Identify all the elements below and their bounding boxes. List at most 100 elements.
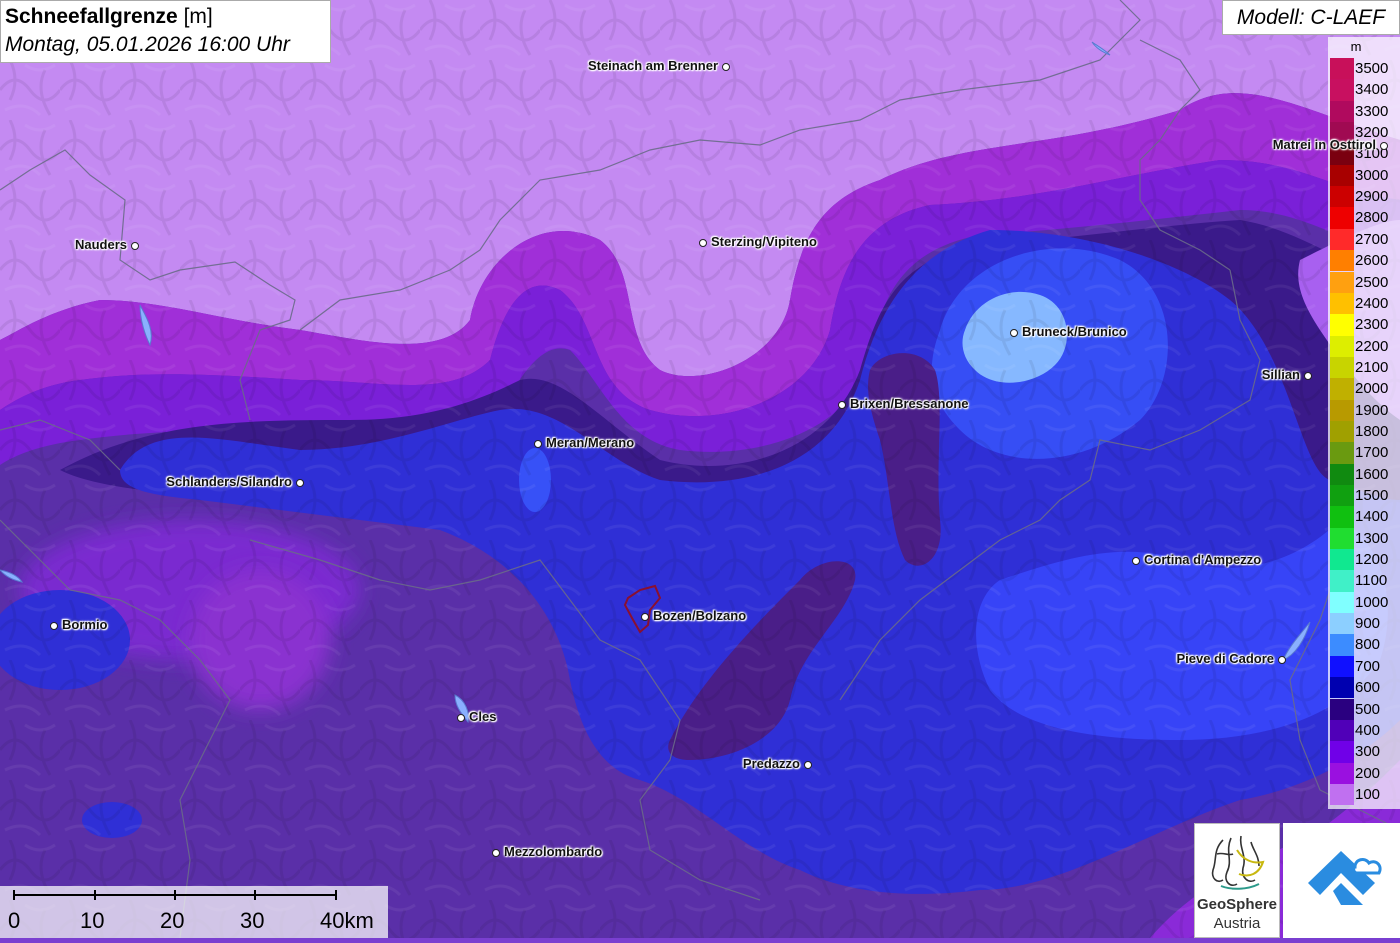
legend-row: 2300 — [1328, 314, 1400, 336]
city-label[interactable]: Brixen/Bressanone — [850, 396, 969, 411]
legend-row: 3400 — [1328, 79, 1400, 101]
map-title: Schneefallgrenze [m] — [5, 5, 213, 28]
geosphere-emblem-icon — [1211, 835, 1265, 890]
legend-label: 900 — [1355, 615, 1381, 633]
legend-swatch — [1330, 762, 1354, 784]
geosphere-logo-line1: GeoSphere — [1196, 896, 1278, 913]
legend-swatch — [1330, 378, 1354, 400]
legend-row: 1100 — [1328, 570, 1400, 592]
city-label[interactable]: Cortina d'Ampezzo — [1144, 552, 1261, 567]
city-dot[interactable] — [1380, 142, 1388, 150]
city-label[interactable]: Sterzing/Vipiteno — [711, 234, 817, 249]
legend-row: 1700 — [1328, 442, 1400, 464]
scale-label: 10 — [80, 908, 105, 933]
city-dot[interactable] — [131, 242, 139, 250]
city-label[interactable]: Cles — [469, 709, 496, 724]
legend-swatch — [1330, 250, 1354, 272]
legend-row: 1500 — [1328, 485, 1400, 507]
legend-swatch — [1330, 741, 1354, 763]
city-dot[interactable] — [296, 479, 304, 487]
geosphere-logo[interactable]: GeoSphere Austria — [1194, 823, 1280, 938]
scale-bar: 0 10 20 30 40km — [0, 886, 388, 938]
city-label[interactable]: Pieve di Cadore — [1176, 651, 1274, 666]
city-label[interactable]: Steinach am Brenner — [588, 58, 718, 73]
legend-swatch — [1330, 485, 1354, 507]
legend-label: 2100 — [1355, 358, 1389, 376]
map-datetime: Montag, 05.01.2026 16:00 Uhr — [5, 33, 290, 56]
legend-row: 2600 — [1328, 250, 1400, 272]
legend-row: 1000 — [1328, 591, 1400, 614]
legend-swatch — [1330, 442, 1354, 464]
legend-row: 800 — [1328, 634, 1400, 656]
legend-swatch — [1330, 399, 1354, 421]
legend-label: 300 — [1355, 743, 1381, 761]
city-label[interactable]: Predazzo — [743, 756, 800, 771]
legend-swatch — [1330, 549, 1354, 571]
legend-row: 3500 — [1328, 58, 1400, 80]
legend-row: 2400 — [1328, 292, 1400, 315]
city-label[interactable]: Sillian — [1262, 367, 1300, 382]
legend-swatch — [1330, 634, 1354, 656]
city-label[interactable]: Bruneck/Brunico — [1022, 324, 1127, 339]
legend-row: 200 — [1328, 762, 1400, 784]
city-label[interactable]: Bozen/Bolzano — [653, 608, 746, 623]
legend-swatch — [1330, 164, 1354, 187]
legend-label: 1300 — [1355, 529, 1389, 547]
city-label[interactable]: Matrei in Osttirol — [1273, 137, 1376, 152]
city-label[interactable]: Nauders — [75, 237, 127, 252]
legend-label: 3300 — [1355, 102, 1389, 120]
legend-row: 3300 — [1328, 100, 1400, 123]
legend-row: 1600 — [1328, 463, 1400, 485]
legend-row: 1200 — [1328, 549, 1400, 571]
legend-label: 2400 — [1355, 294, 1389, 312]
city-label[interactable]: Bormio — [62, 617, 108, 632]
legend-label: 1700 — [1355, 444, 1389, 462]
legend-label: 1900 — [1355, 401, 1389, 419]
legend-row: 1900 — [1328, 399, 1400, 421]
legend-label: 2000 — [1355, 380, 1389, 398]
city-label[interactable]: Schlanders/Silandro — [166, 474, 292, 489]
city-dot[interactable] — [457, 714, 465, 722]
city-label[interactable]: Mezzolombardo — [504, 844, 602, 859]
legend-label: 800 — [1355, 636, 1381, 654]
legend-row: 900 — [1328, 613, 1400, 635]
legend-swatch — [1330, 613, 1354, 635]
city-dot[interactable] — [1010, 329, 1018, 337]
city-dot[interactable] — [1132, 557, 1140, 565]
city-dot[interactable] — [1278, 656, 1286, 664]
scale-label: 20 — [160, 908, 185, 933]
legend-label: 2800 — [1355, 209, 1389, 227]
legend-label: 2500 — [1355, 273, 1389, 291]
legend-unit: m — [1350, 39, 1362, 54]
city-dot[interactable] — [641, 613, 649, 621]
weather-app-logo[interactable] — [1283, 823, 1400, 938]
legend-label: 400 — [1355, 721, 1381, 739]
legend-label: 500 — [1355, 700, 1381, 718]
city-dot[interactable] — [838, 401, 846, 409]
legend-row: 500 — [1328, 698, 1400, 720]
legend-row: 300 — [1328, 741, 1400, 763]
legend-swatch — [1330, 677, 1354, 699]
city-dot[interactable] — [699, 239, 707, 247]
legend-swatch — [1330, 719, 1354, 742]
legend-label: 1200 — [1355, 551, 1389, 569]
legend-swatch — [1330, 228, 1354, 251]
city-label[interactable]: Meran/Merano — [546, 435, 634, 450]
city-dot[interactable] — [50, 622, 58, 630]
snowline-map[interactable] — [0, 0, 1400, 938]
legend-row: 3000 — [1328, 164, 1400, 187]
legend-row: 2200 — [1328, 335, 1400, 357]
legend-label: 1400 — [1355, 508, 1389, 526]
legend-label: 3500 — [1355, 60, 1389, 77]
legend-row: 2700 — [1328, 228, 1400, 251]
legend-swatch — [1330, 463, 1354, 485]
city-dot[interactable] — [804, 761, 812, 769]
city-dot[interactable] — [492, 849, 500, 857]
legend-label: 1600 — [1355, 465, 1389, 483]
scale-label: 40km — [320, 908, 374, 933]
legend-row: 2000 — [1328, 378, 1400, 400]
city-dot[interactable] — [534, 440, 542, 448]
city-dot[interactable] — [1304, 372, 1312, 380]
model-label: Modell: C-LAEF — [1222, 0, 1400, 35]
city-dot[interactable] — [722, 63, 730, 71]
